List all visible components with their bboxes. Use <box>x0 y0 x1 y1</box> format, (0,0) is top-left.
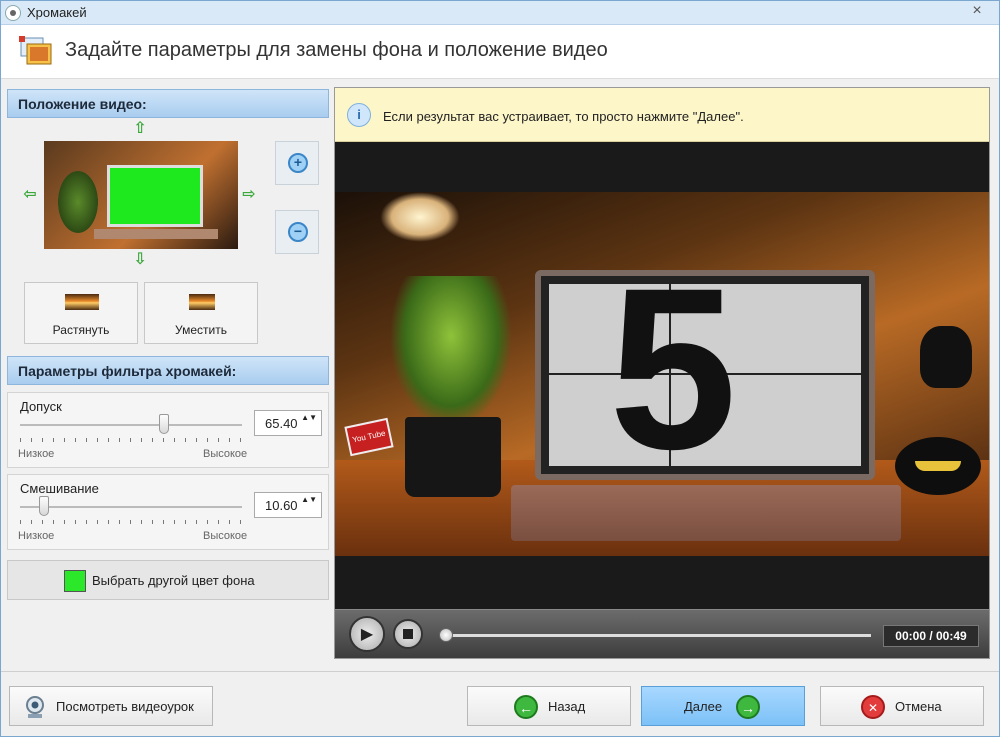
stretch-button[interactable]: Растянуть <box>24 282 138 344</box>
zoom-out-button[interactable]: − <box>275 210 319 254</box>
tolerance-slider-thumb[interactable] <box>159 414 170 434</box>
info-banner: i Если результат вас устраивает, то прос… <box>335 88 989 142</box>
next-button[interactable]: Далее → <box>641 686 805 726</box>
window-title: Хромакей <box>27 5 87 20</box>
move-left-arrow-icon[interactable]: ⇦ <box>21 186 39 204</box>
stop-icon <box>403 629 413 639</box>
tolerance-label: Допуск <box>20 399 62 414</box>
tolerance-low-label: Низкое <box>18 448 55 460</box>
image-layers-icon <box>19 36 52 65</box>
laptop-screen-image: 5 <box>535 254 875 484</box>
thumbnail-plant <box>58 171 98 233</box>
info-icon: i <box>347 103 371 127</box>
spin-arrows-icon[interactable]: ▲▼ <box>301 413 317 423</box>
blending-slider-track[interactable] <box>20 506 242 508</box>
video-preview[interactable]: You Tube 5 <box>335 192 989 556</box>
plant-image <box>391 276 511 426</box>
tolerance-spinbox[interactable]: 65.40 ▲▼ <box>254 410 322 436</box>
watch-tutorial-label: Посмотреть видеоурок <box>56 699 194 714</box>
next-arrow-icon: → <box>736 695 760 719</box>
plant-pot-image <box>405 417 501 497</box>
tolerance-slider-track[interactable] <box>20 424 242 426</box>
thumbnail-laptop-base <box>94 229 218 239</box>
move-up-arrow-icon[interactable]: ⇧ <box>131 120 149 138</box>
progress-knob[interactable] <box>439 628 453 642</box>
footer-divider <box>1 671 999 672</box>
time-display: 00:00 / 00:49 <box>883 625 979 647</box>
move-down-arrow-icon[interactable]: ⇩ <box>131 251 149 269</box>
back-button[interactable]: ← Назад <box>467 686 631 726</box>
watch-tutorial-button[interactable]: Посмотреть видеоурок <box>9 686 213 726</box>
fit-label: Уместить <box>175 323 227 337</box>
lamp-image <box>380 192 460 242</box>
filter-section-heading: Параметры фильтра хромакей: <box>7 356 329 385</box>
youtube-flag-image: You Tube <box>344 417 394 457</box>
play-button[interactable]: ▶ <box>349 616 385 652</box>
progress-track[interactable] <box>443 634 871 637</box>
cancel-icon: ✕ <box>861 695 885 719</box>
tolerance-value: 65.40 <box>265 416 298 431</box>
back-label: Назад <box>548 699 586 714</box>
move-right-arrow-icon[interactable]: ⇨ <box>240 186 258 204</box>
blending-slider-thumb[interactable] <box>39 496 50 516</box>
stop-button[interactable] <box>393 619 423 649</box>
blending-high-label: Высокое <box>203 530 248 542</box>
fit-button[interactable]: Уместить <box>144 282 258 344</box>
blending-group: Смешивание Низкое Высокое 10.60 ▲▼ <box>7 474 329 550</box>
preview-panel: i Если результат вас устраивает, то прос… <box>334 87 990 659</box>
tolerance-group: Допуск Низкое Высокое 65.40 ▲▼ <box>7 392 329 468</box>
video-position-thumbnail[interactable] <box>44 141 238 249</box>
blending-ticks <box>20 520 242 524</box>
stretch-label: Растянуть <box>52 323 110 337</box>
choose-bg-color-button[interactable]: Выбрать другой цвет фона <box>7 560 329 600</box>
blending-low-label: Низкое <box>18 530 55 542</box>
zoom-in-icon: + <box>288 153 308 173</box>
bg-color-swatch <box>64 570 86 592</box>
webcam-icon <box>26 696 44 718</box>
blending-value: 10.60 <box>265 498 298 513</box>
zoom-in-button[interactable]: + <box>275 141 319 185</box>
position-section-heading: Положение видео: <box>7 89 329 118</box>
app-icon <box>5 5 21 21</box>
blending-spinbox[interactable]: 10.60 ▲▼ <box>254 492 322 518</box>
youtube-flag-text: You Tube <box>351 428 387 445</box>
pumpkin-image <box>895 437 981 495</box>
tolerance-high-label: Высокое <box>203 448 248 460</box>
cancel-button[interactable]: ✕ Отмена <box>820 686 984 726</box>
close-icon[interactable]: × <box>967 2 987 20</box>
chromakey-window: Хромакей × Задайте параметры для замены … <box>0 0 1000 737</box>
page-title: Задайте параметры для замены фона и поло… <box>65 39 608 61</box>
page-header: Задайте параметры для замены фона и поло… <box>1 25 999 79</box>
back-arrow-icon: ← <box>514 695 538 719</box>
tolerance-ticks <box>20 438 242 442</box>
info-text: Если результат вас устраивает, то просто… <box>383 109 744 124</box>
cancel-label: Отмена <box>895 699 942 714</box>
owl-image <box>920 326 972 388</box>
play-icon: ▶ <box>360 626 374 643</box>
settings-panel: Положение видео: ⇧ ⇦ ⇨ ⇩ + − Растянуть У… <box>7 87 330 607</box>
choose-bg-color-label: Выбрать другой цвет фона <box>92 573 255 588</box>
blending-label: Смешивание <box>20 481 99 496</box>
countdown-number: 5 <box>609 240 737 497</box>
player-controls: ▶ 00:00 / 00:49 <box>335 609 989 658</box>
spin-arrows-icon[interactable]: ▲▼ <box>301 495 317 505</box>
countdown-leader: 5 <box>549 254 861 484</box>
zoom-out-icon: − <box>288 222 308 242</box>
fit-icon <box>189 294 215 310</box>
thumbnail-green-screen <box>107 165 203 227</box>
title-bar: Хромакей × <box>1 1 999 25</box>
stretch-icon <box>65 294 99 310</box>
next-label: Далее <box>684 699 723 714</box>
